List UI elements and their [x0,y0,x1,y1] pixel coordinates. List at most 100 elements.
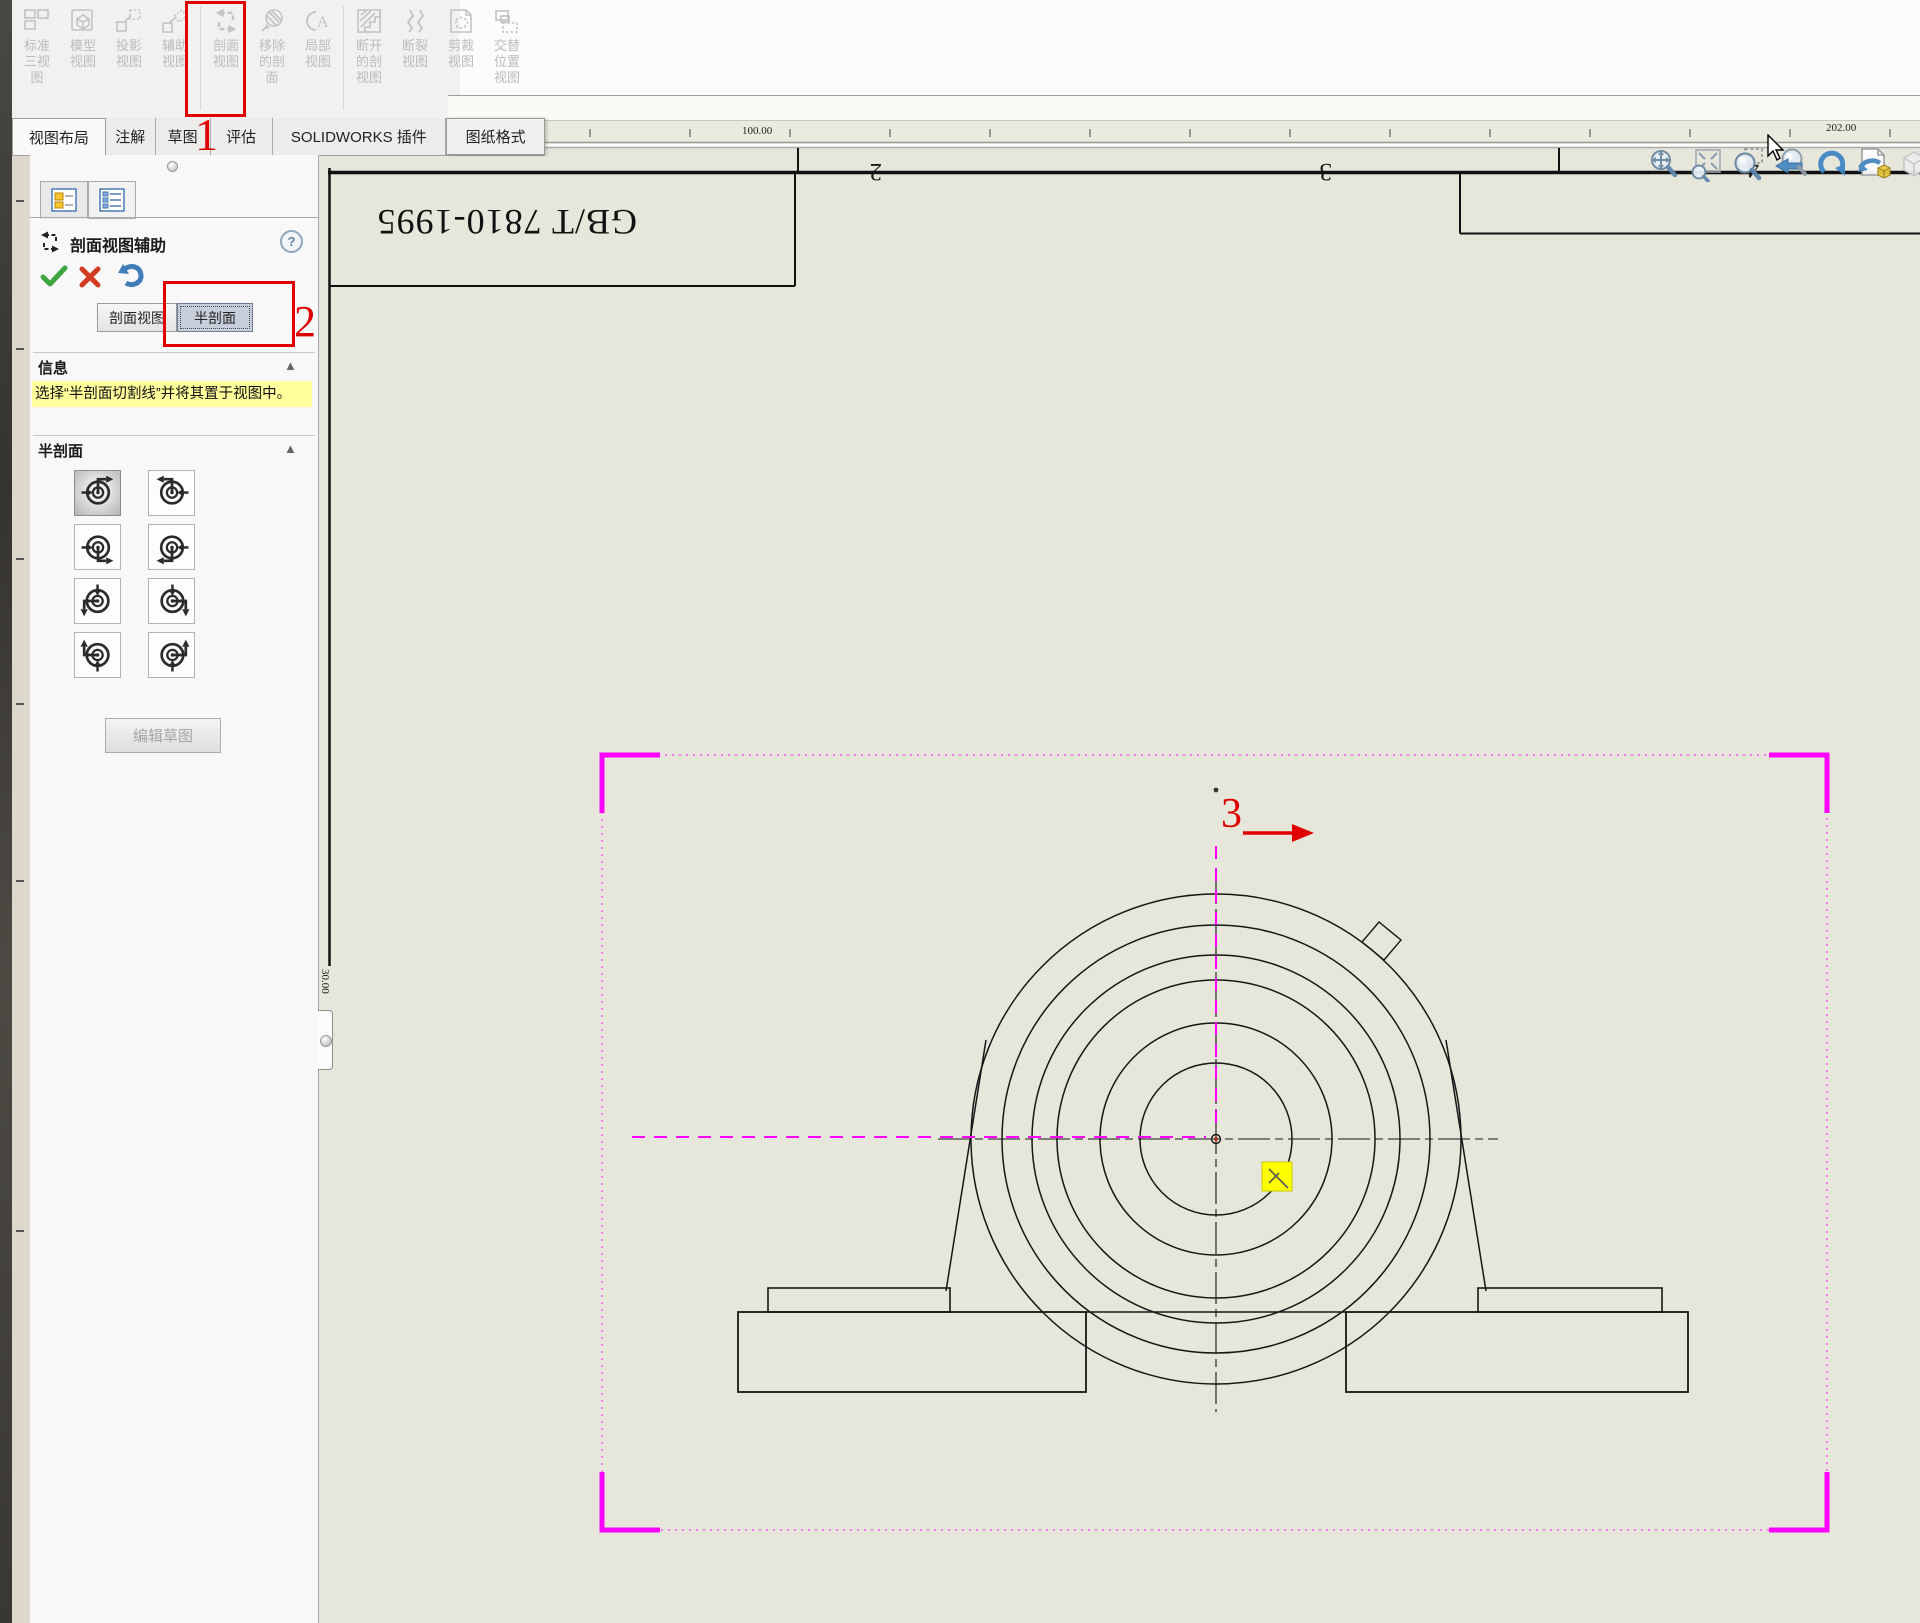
half-section-top-right-icon [79,472,117,514]
removed-section-icon [250,6,294,36]
svg-text:A: A [317,14,329,31]
tree-strip-dash [16,1230,24,1232]
annotation-step-2: 2 [294,297,316,346]
panel-splitter-tab[interactable] [318,1010,333,1070]
feature-manager-icon [99,188,125,212]
zoom-to-area-button[interactable] [1729,146,1766,186]
annotation-step-1: 1 [195,109,218,160]
redraw-icon [1814,146,1850,187]
model-view-icon [61,6,105,36]
ribbon-group-separator [343,6,344,110]
annotation-box-2 [163,281,295,347]
panel-title: 剖面视图辅助 [70,238,167,255]
drawing-canvas[interactable]: 100.00 202.00 2 3 4 GB/T 7810-1995 30.00 [318,119,1920,1623]
view-orientation-button[interactable] [1897,146,1920,186]
alternate-position-view-button[interactable]: 交替位置视图 [484,4,530,88]
property-manager-panel: 剖面视图辅助 ? 剖面视图 半剖面 信息 ▲ 选择“半剖面切割线”并将其置于视图… [30,155,319,1623]
zoom-to-fit-button[interactable] [1687,146,1724,186]
annotation-box-1 [185,1,246,117]
projected-view-button[interactable]: 投影视图 [106,4,152,72]
zoom-to-fit-icon [1689,146,1723,187]
desktop-edge-strip [0,0,12,1623]
edit-sketch-button[interactable]: 编辑草图 [105,718,221,753]
half-section-bottom-left-button[interactable] [148,524,195,570]
standard-3-view-button[interactable]: 标准三视图 [14,4,60,88]
half-section-right-down-button[interactable] [148,578,195,624]
redraw-button[interactable] [1813,146,1850,186]
ok-check-icon [40,265,68,287]
half-section-right-up-icon [151,636,193,674]
half-section-bottom-right-button[interactable] [74,524,121,570]
section-view-assist-icon [38,229,62,260]
break-view-icon [393,6,437,36]
ribbon-empty-area [460,0,1920,95]
tree-strip-dash [16,880,24,882]
zoom-to-area-icon [1731,146,1765,187]
tree-strip-dash [16,703,24,705]
half-section-collapse-chevron[interactable]: ▲ [284,441,297,456]
solidworks-window: 100.00 202.00 2 3 4 GB/T 7810-1995 30.00 [0,0,1920,1623]
tab-图纸格式[interactable]: 图纸格式 [446,118,545,155]
standard-code-text: GB/T 7810-1995 [377,202,637,242]
model-view-button[interactable]: 模型视图 [60,4,106,72]
half-section-top-left-button[interactable] [148,470,195,516]
canvas-background [318,119,1920,1623]
half-section-left-up-icon [77,636,119,674]
ruler-label-right: 202.00 [1826,122,1857,134]
sketch-inference-marker [1261,1161,1293,1192]
detail-view-button[interactable]: A 局部视图 [295,4,341,72]
sheet-top-band [448,95,1920,121]
half-section-top-right-button[interactable] [74,470,121,516]
tab-feature-manager[interactable] [88,181,136,219]
panel-handle-dot[interactable] [167,161,178,172]
info-collapse-chevron[interactable]: ▲ [284,358,297,373]
half-section-right-up-button[interactable] [148,632,195,678]
zoom-pan-icon [1647,146,1681,187]
removed-section-button[interactable]: 移除的剖面 [249,4,295,88]
cut-line-endpoint [1213,787,1219,793]
ok-button[interactable] [40,264,68,293]
break-view-button[interactable]: 断裂视图 [392,4,438,72]
3d-drawing-view-button[interactable] [1855,146,1892,186]
standard-3-view-icon [15,6,59,36]
zoom-pan-button[interactable] [1645,146,1682,186]
tab-评估[interactable]: 评估 [210,118,273,155]
half-section-left-up-button[interactable] [74,632,121,678]
mouse-cursor [1766,133,1786,167]
undo-button[interactable] [116,261,146,294]
crop-view-button[interactable]: 剪裁视图 [438,4,484,72]
collapsed-tree-strip [12,118,31,1623]
view-orientation-icon [1896,146,1920,187]
tree-strip-dash [16,200,24,202]
broken-out-section-icon [347,6,391,36]
property-manager-icon [51,188,77,212]
splitter-dot [320,1035,332,1047]
sheet-edge-label: 30.00 [319,969,331,994]
annotation-step-3: 3 [1221,791,1242,837]
half-section-group-header[interactable]: 半剖面 [38,440,83,461]
cancel-x-icon [79,266,101,288]
cancel-button[interactable] [78,265,102,294]
tab-注解[interactable]: 注解 [105,118,156,155]
tree-strip-dash [16,558,24,560]
info-message: 选择“半剖面切割线”并将其置于视图中。 [32,381,312,407]
undo-icon [118,264,144,288]
tab-视图布局[interactable]: 视图布局 [12,118,106,155]
tree-strip-dash [16,348,24,350]
crop-view-icon [439,6,483,36]
detail-view-icon: A [296,6,340,36]
ruler-label-left: 100.00 [742,125,773,137]
alternate-position-view-icon [485,6,529,36]
half-section-top-left-icon [153,472,191,514]
info-group-header[interactable]: 信息 [38,357,68,378]
half-section-left-down-button[interactable] [74,578,121,624]
half-section-bottom-left-icon [153,526,191,568]
half-section-right-down-icon [151,582,193,620]
projected-view-icon [107,6,151,36]
tab-property-manager[interactable] [40,181,88,219]
tab-SOLIDWORKS 插件[interactable]: SOLIDWORKS 插件 [272,118,447,155]
3d-drawing-view-icon [1856,146,1892,187]
help-button[interactable]: ? [280,230,303,253]
half-section-bottom-right-icon [79,526,117,568]
broken-out-section-button[interactable]: 断开的剖视图 [346,4,392,88]
